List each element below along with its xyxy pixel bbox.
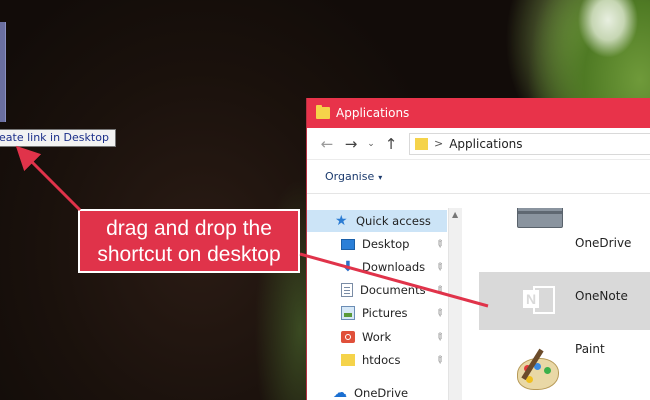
nav-item-pictures[interactable]: Pictures ✎ — [307, 302, 447, 324]
pin-icon[interactable]: ✎ — [432, 353, 446, 367]
nav-item-label: Downloads — [362, 260, 426, 274]
nav-item-documents[interactable]: Documents ✎ — [307, 279, 447, 301]
nav-item-label: Desktop — [362, 237, 410, 251]
title-bar[interactable]: Applications — [307, 98, 650, 128]
nav-item-htdocs[interactable]: htdocs ✎ — [307, 349, 447, 371]
star-icon: ★ — [335, 213, 348, 229]
list-item-label: OneDrive — [575, 236, 632, 250]
nav-item-label: OneDrive — [354, 386, 409, 400]
callout-line-2: shortcut on desktop — [97, 243, 281, 266]
breadcrumb-separator: > — [434, 137, 444, 150]
folder-icon — [341, 354, 355, 366]
nav-item-label: Quick access — [356, 214, 431, 228]
nav-item-label: Work — [362, 330, 392, 344]
nav-item-quick-access[interactable]: ★ Quick access — [307, 210, 447, 232]
nav-item-onedrive[interactable]: ☁ OneDrive — [307, 382, 447, 400]
onenote-letter: N — [523, 290, 539, 308]
pin-icon[interactable]: ✎ — [432, 237, 446, 251]
back-button[interactable]: ← — [317, 134, 337, 154]
nav-item-desktop[interactable]: Desktop ✎ — [307, 233, 447, 255]
foliage-highlight — [548, 0, 650, 110]
navigation-pane: ★ Quick access Desktop ✎ ⬇ Downloads ✎ D… — [307, 208, 459, 400]
pictures-icon — [341, 306, 355, 320]
file-list: OneDrive N OneNote Paint — [463, 208, 650, 400]
onenote-icon: N — [523, 284, 557, 314]
toolbox-icon — [517, 208, 563, 228]
pin-icon[interactable]: ✎ — [432, 306, 446, 320]
nav-item-label: Documents — [360, 283, 426, 297]
folder-icon — [316, 105, 330, 119]
address-row: ← → ⌄ ↑ > Applications — [307, 128, 650, 160]
cloud-icon: ☁ — [333, 385, 347, 400]
list-item-label: Paint — [575, 342, 605, 356]
annotation-callout: drag and drop the shortcut on desktop — [78, 209, 300, 273]
paint-icon — [517, 348, 563, 394]
nav-item-downloads[interactable]: ⬇ Downloads ✎ — [307, 256, 447, 278]
address-bar[interactable]: > Applications — [409, 132, 650, 155]
breadcrumb-applications[interactable]: Applications — [449, 137, 522, 151]
documents-icon — [341, 283, 353, 297]
recent-locations-button[interactable]: ⌄ — [365, 134, 377, 154]
forward-button[interactable]: → — [341, 134, 361, 154]
list-item-label: OneNote — [575, 289, 628, 303]
pin-icon[interactable]: ✎ — [432, 330, 446, 344]
create-link-tooltip: eate link in Desktop — [0, 129, 116, 147]
desktop-icon — [341, 239, 355, 250]
explorer-window: Applications ← → ⌄ ↑ > Applications Orga… — [306, 98, 650, 400]
nav-item-label: htdocs — [362, 353, 401, 367]
desktop-shortcut-tile[interactable] — [0, 22, 6, 122]
download-icon: ⬇ — [342, 259, 354, 275]
window-title: Applications — [336, 106, 410, 120]
scroll-up-arrow-icon[interactable]: ▲ — [452, 210, 458, 219]
folder-icon — [415, 137, 428, 150]
arrow-to-tooltip — [15, 145, 82, 212]
up-button[interactable]: ↑ — [381, 134, 401, 154]
list-item-paint[interactable]: Paint — [479, 340, 650, 398]
command-bar: Organise ▾ — [307, 160, 650, 194]
pin-icon[interactable]: ✎ — [432, 260, 446, 274]
navigation-scrollbar[interactable]: ▲ — [448, 208, 462, 400]
chevron-down-icon: ▾ — [378, 173, 383, 182]
pin-icon[interactable]: ✎ — [432, 283, 446, 297]
organise-menu-button[interactable]: Organise ▾ — [325, 170, 382, 183]
work-icon — [341, 331, 355, 343]
callout-line-1: drag and drop the — [106, 217, 272, 240]
nav-item-work[interactable]: Work ✎ — [307, 326, 447, 348]
organise-label: Organise — [325, 170, 375, 183]
list-item-onenote[interactable]: N OneNote — [479, 272, 650, 330]
nav-item-label: Pictures — [362, 306, 408, 320]
list-item-onedrive[interactable]: OneDrive — [479, 208, 650, 266]
